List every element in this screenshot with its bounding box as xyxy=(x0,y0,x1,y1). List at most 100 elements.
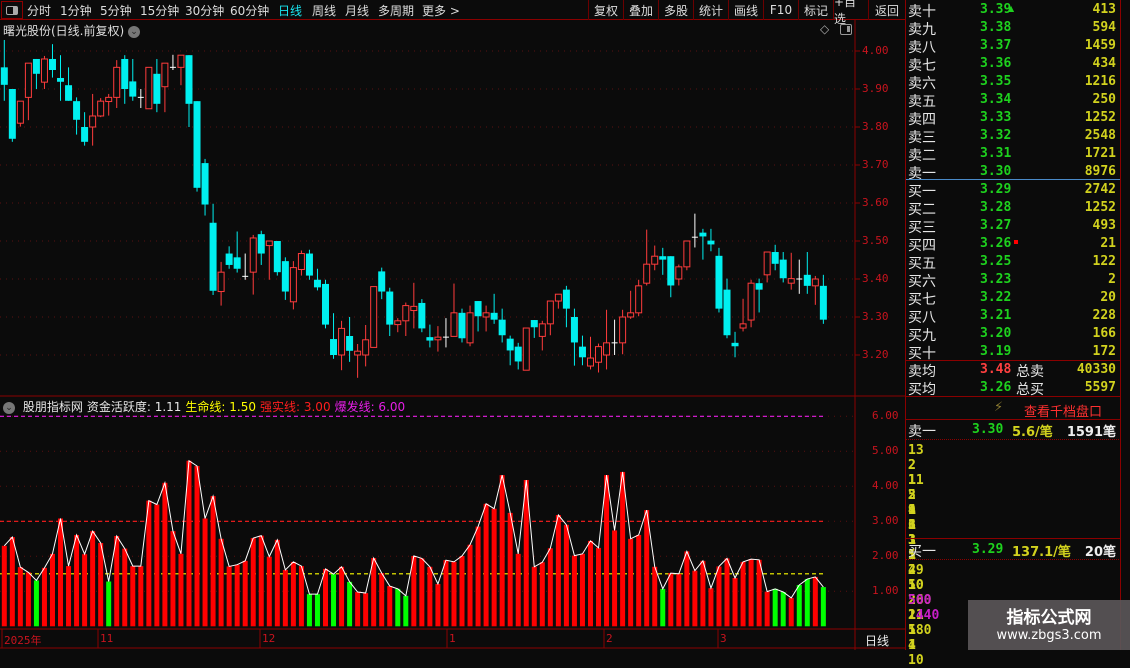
candle xyxy=(643,229,651,286)
stock-title[interactable]: 曙光股份(日线.前复权) ⌄ xyxy=(3,22,141,39)
candle-body xyxy=(811,278,819,287)
depth-cell: 3 xyxy=(908,518,916,533)
candle xyxy=(474,301,482,332)
candle xyxy=(506,335,514,366)
panel-icon[interactable] xyxy=(840,24,852,35)
indicator-name[interactable]: 股朋指标网 xyxy=(23,400,83,414)
depth-row: 16112 xyxy=(908,503,1118,578)
indicator-bar xyxy=(435,583,441,627)
ask-row-volume: 2548 xyxy=(1084,128,1116,143)
indicator-bar xyxy=(9,537,15,627)
bid-row: 买九 3.20 166 xyxy=(908,325,1118,344)
indicator-bar xyxy=(483,503,489,627)
candle-body xyxy=(394,320,402,326)
candle-body xyxy=(562,289,570,309)
depth-cell: 2 xyxy=(908,458,916,473)
date-label: 1 xyxy=(449,632,456,645)
candle xyxy=(723,278,731,339)
bid-row-label: 买一 xyxy=(908,184,936,200)
candle-body xyxy=(24,62,32,98)
candle xyxy=(731,331,739,358)
bid-row-price: 3.27 xyxy=(980,218,1012,233)
ask-row-label: 卖四 xyxy=(908,112,936,128)
indicator-bar xyxy=(323,568,328,627)
chevron-down-icon[interactable]: ⌄ xyxy=(128,25,141,38)
bid-ask-divider xyxy=(906,179,1121,180)
indicator-bar xyxy=(25,572,31,627)
date-label: 12 xyxy=(262,632,276,645)
candle xyxy=(32,58,40,89)
indicator-bar xyxy=(387,586,393,627)
candle-body xyxy=(97,100,105,117)
indicator-bar xyxy=(740,561,746,627)
price-tick-label: 3.90 xyxy=(862,82,889,95)
bid-row-label: 买二 xyxy=(908,202,936,218)
indicator-bar xyxy=(772,588,778,627)
candle xyxy=(121,55,129,104)
indicator-bar xyxy=(604,475,610,627)
bid-row-price: 3.25 xyxy=(980,254,1012,269)
candle-body xyxy=(458,312,466,339)
period-label[interactable]: 日线 xyxy=(865,632,889,649)
indicator-bar xyxy=(531,566,537,627)
view-depth-link[interactable]: 查看千档盘口 xyxy=(1024,401,1102,420)
ask-row-price: 3.38 xyxy=(980,20,1012,35)
ask-row-volume: 1216 xyxy=(1084,74,1116,89)
indicator-bar xyxy=(90,531,96,627)
ask-row-label: 卖一 xyxy=(908,166,936,182)
bid-row-label: 买七 xyxy=(908,292,936,308)
candle xyxy=(105,93,113,116)
bid-row-label: 买三 xyxy=(908,220,936,236)
candle-body xyxy=(787,278,795,284)
indicator-bar xyxy=(660,588,666,627)
indicator-tick-label: 3.00 xyxy=(872,514,899,528)
indicator-bar xyxy=(555,515,561,627)
candle-body xyxy=(514,346,522,362)
kline-chart[interactable] xyxy=(0,0,905,650)
candle xyxy=(16,100,24,127)
candle xyxy=(554,293,562,309)
bid1-header: 买一 3.29 137.1/笔 20笔 xyxy=(908,541,1118,560)
candle xyxy=(402,302,410,336)
candle xyxy=(233,231,241,273)
candle xyxy=(57,55,65,101)
candle-body xyxy=(506,338,514,351)
candle xyxy=(763,251,771,283)
candle xyxy=(81,112,89,146)
candle xyxy=(619,309,627,355)
candle-body xyxy=(354,350,362,356)
ask-row-label: 卖五 xyxy=(908,94,936,110)
candle-body xyxy=(667,256,675,286)
ask-row-price: 3.35 xyxy=(980,74,1012,89)
ask-row-price: 3.39 xyxy=(980,2,1012,17)
candle-body xyxy=(675,266,683,280)
candle xyxy=(514,342,522,370)
date-label: 3 xyxy=(720,632,727,645)
bid-row: 买八 3.21 228 xyxy=(908,307,1118,326)
candle-body xyxy=(313,279,321,288)
indicator-bar xyxy=(587,540,593,627)
candle xyxy=(24,62,32,121)
watermark: 指标公式网 www.zbgs3.com xyxy=(968,600,1130,650)
indicator-bar xyxy=(202,518,208,627)
candle xyxy=(73,97,81,135)
candle xyxy=(819,274,827,324)
depth-row: 33121 xyxy=(908,518,1118,593)
candle xyxy=(683,240,691,271)
diamond-icon[interactable]: ◇ xyxy=(820,22,829,36)
chevron-down-icon[interactable]: ⌄ xyxy=(3,401,15,414)
candle-body xyxy=(731,342,739,347)
indicator-bar xyxy=(274,539,280,627)
indicator-bar xyxy=(290,561,296,627)
indicator-legend-item: 爆发线: 6.00 xyxy=(334,400,406,414)
price-tick-label: 3.80 xyxy=(862,120,889,133)
bid1-label: 买一 xyxy=(908,544,936,560)
candle xyxy=(65,67,73,101)
date-label: 2025年 xyxy=(4,634,42,647)
divider xyxy=(906,396,1121,397)
candle-body xyxy=(651,255,659,265)
bid-row-price: 3.22 xyxy=(980,290,1012,305)
candle xyxy=(755,278,763,313)
candle xyxy=(378,267,386,300)
bid-row: 买十 3.19 172 xyxy=(908,343,1118,362)
